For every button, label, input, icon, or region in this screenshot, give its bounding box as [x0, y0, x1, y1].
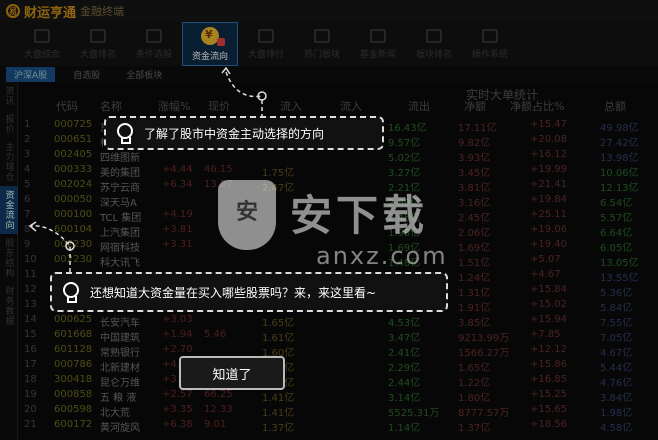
guide-tip-capital-direction: 了解了股市中资金主动选择的方向 [104, 116, 384, 150]
got-it-button[interactable]: 知道了 [179, 356, 285, 390]
guide-arrows [28, 66, 267, 272]
arrow-to-sidenav [29, 225, 71, 272]
guide-tip-2-text: 还想知道大资金量在买入哪些股票吗？来，来这里看~ [90, 285, 377, 300]
lightbulb-icon [116, 123, 133, 144]
arrow-to-toolbar [225, 71, 263, 98]
guide-tip-big-money: 还想知道大资金量在买入哪些股票吗？来，来这里看~ [50, 272, 448, 312]
guide-tip-1-text: 了解了股市中资金主动选择的方向 [144, 126, 325, 141]
arrow-head-2 [28, 221, 37, 232]
lightbulb-icon [62, 282, 79, 303]
